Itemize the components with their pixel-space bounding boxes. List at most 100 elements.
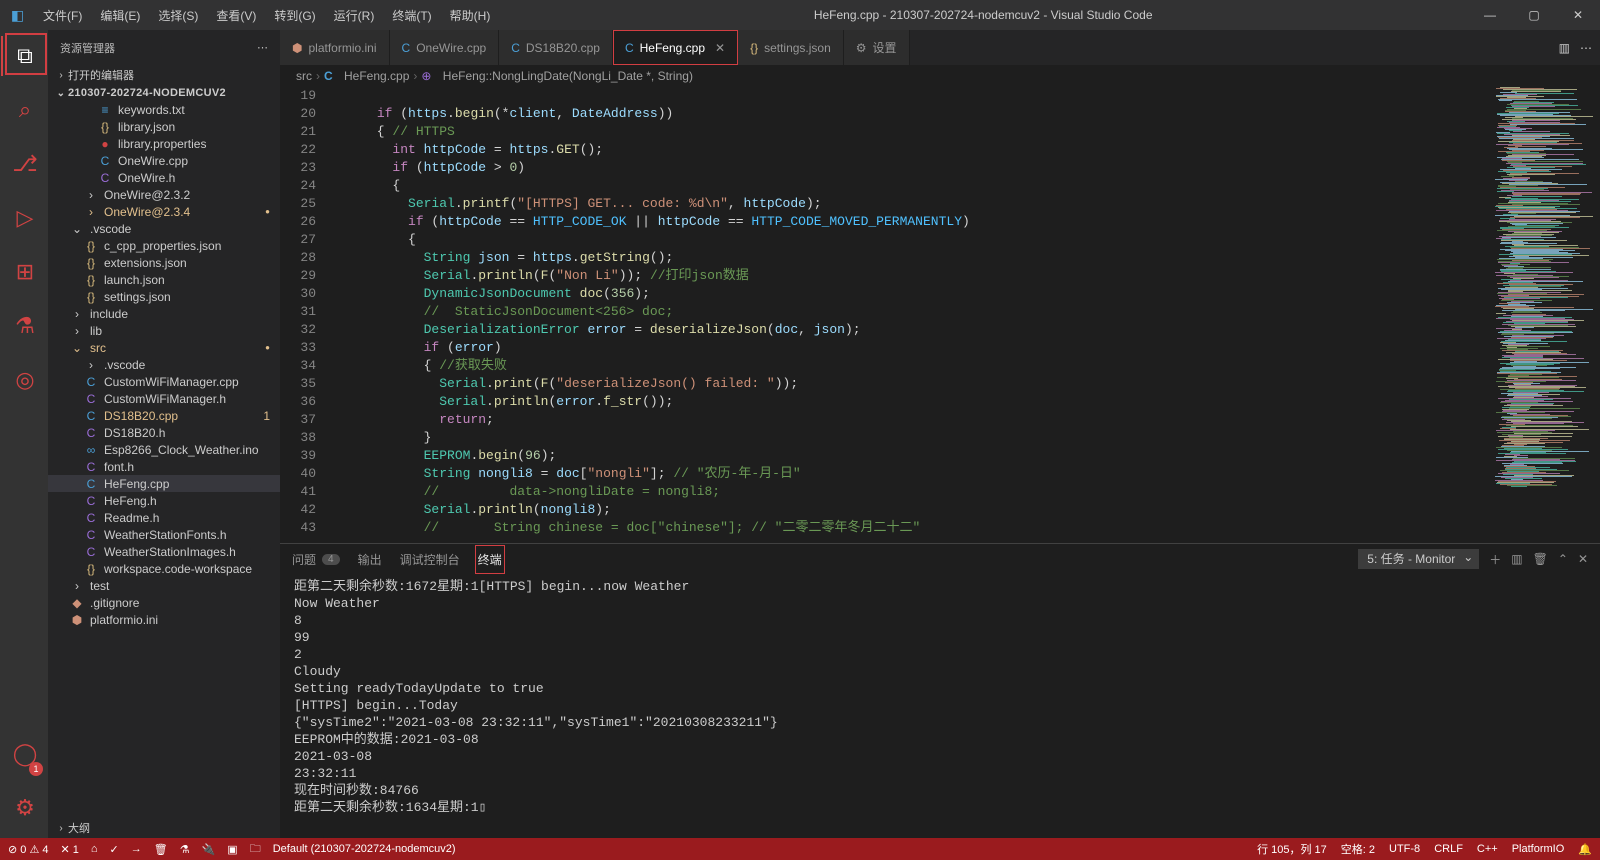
tree-file[interactable]: CCustomWiFiManager.h <box>48 390 280 407</box>
tree-file[interactable]: {}c_cpp_properties.json <box>48 237 280 254</box>
terminal-output[interactable]: 距第二天剩余秒数:1672星期:1[HTTPS] begin...now Wea… <box>280 574 1600 838</box>
status-ports[interactable]: ✕ 1 <box>60 843 78 856</box>
tree-file[interactable]: CCustomWiFiManager.cpp <box>48 373 280 390</box>
tree-file[interactable]: CHeFeng.cpp <box>48 475 280 492</box>
status-icon-arrow[interactable]: → <box>131 843 142 855</box>
status-platformio[interactable]: PlatformIO <box>1512 843 1565 855</box>
outline-section[interactable]: ›大纲 <box>48 818 280 838</box>
panel-maximize-icon[interactable]: ⌃ <box>1558 552 1568 566</box>
tree-file[interactable]: COneWire.h <box>48 169 280 186</box>
settings-gear-icon[interactable]: ⚙ <box>1 788 49 828</box>
file-icon: C <box>96 154 114 168</box>
split-terminal-icon[interactable]: ▥ <box>1511 552 1522 566</box>
tree-file[interactable]: ≡keywords.txt <box>48 101 280 118</box>
menu-item[interactable]: 选择(S) <box>150 3 206 28</box>
tab-icon: ⚙ <box>856 41 867 55</box>
minimap[interactable] <box>1490 87 1600 543</box>
kill-terminal-icon[interactable]: 🗑 <box>1533 552 1548 566</box>
status-spaces[interactable]: 空格: 2 <box>1341 841 1375 857</box>
panel-tab-problems[interactable]: 问题4 <box>292 548 340 571</box>
run-debug-icon[interactable]: ▷ <box>1 198 49 238</box>
status-icon-plug[interactable]: 🔌 <box>202 843 216 856</box>
test-icon[interactable]: ⚗ <box>1 306 49 346</box>
menu-item[interactable]: 运行(R) <box>326 3 383 28</box>
menu-item[interactable]: 帮助(H) <box>442 3 499 28</box>
status-icon-terminal[interactable]: ▣ <box>227 843 237 856</box>
tree-file[interactable]: CDS18B20.cpp1 <box>48 407 280 424</box>
maximize-button[interactable]: ▢ <box>1512 0 1556 30</box>
sidebar-more-icon[interactable]: ⋯ <box>257 41 268 54</box>
platformio-icon[interactable]: ◎ <box>1 360 49 400</box>
tree-file[interactable]: CHeFeng.h <box>48 492 280 509</box>
split-editor-icon[interactable]: ▥ <box>1559 41 1570 55</box>
terminal-selector[interactable]: 5: 任务 - Monitor <box>1358 549 1479 569</box>
minimize-button[interactable]: — <box>1468 0 1512 30</box>
status-icon-check[interactable]: ✓ <box>110 843 119 856</box>
menu-item[interactable]: 转到(G) <box>266 3 323 28</box>
status-icon-folder[interactable]: 🗀 <box>250 840 261 859</box>
status-bell-icon[interactable]: 🔔 <box>1578 843 1592 856</box>
editor-tab[interactable]: COneWire.cpp <box>390 30 500 65</box>
menu-item[interactable]: 查看(V) <box>208 3 264 28</box>
tree-file[interactable]: CWeatherStationImages.h <box>48 543 280 560</box>
status-ln-col[interactable]: 行 105，列 17 <box>1257 841 1327 857</box>
tree-file[interactable]: ∞Esp8266_Clock_Weather.ino <box>48 441 280 458</box>
panel-close-icon[interactable]: ✕ <box>1578 552 1588 566</box>
panel-tab-terminal[interactable]: 终端 <box>478 548 502 571</box>
tree-file[interactable]: ⬢platformio.ini <box>48 611 280 628</box>
accounts-icon[interactable]: ◯1 <box>1 734 49 774</box>
tree-folder[interactable]: ›include <box>48 305 280 322</box>
tree-file[interactable]: {}library.json <box>48 118 280 135</box>
tree-folder[interactable]: ⌄src● <box>48 339 280 356</box>
code-editor[interactable]: 19 20 21 22 23 24 25 26 27 28 29 30 31 3… <box>280 87 1600 543</box>
status-language[interactable]: C++ <box>1477 843 1498 855</box>
tree-folder[interactable]: ›.vscode <box>48 356 280 373</box>
tree-file[interactable]: ●library.properties <box>48 135 280 152</box>
menu-item[interactable]: 终端(T) <box>384 3 439 28</box>
editor-tab[interactable]: CHeFeng.cpp✕ <box>613 30 738 65</box>
panel-tab-debug[interactable]: 调试控制台 <box>400 548 460 571</box>
tree-folder[interactable]: ›OneWire@2.3.4● <box>48 203 280 220</box>
editor-tab[interactable]: {}settings.json <box>738 30 844 65</box>
status-problems[interactable]: ⊘ 0 ⚠ 4 <box>8 843 48 856</box>
tree-file[interactable]: {}settings.json <box>48 288 280 305</box>
extensions-icon[interactable]: ⊞ <box>1 252 49 292</box>
status-icon-trash[interactable]: 🗑 <box>154 843 168 856</box>
tree-file[interactable]: CWeatherStationFonts.h <box>48 526 280 543</box>
status-icon-home[interactable]: ⌂ <box>91 843 98 855</box>
tab-close-icon[interactable]: ✕ <box>715 41 725 55</box>
project-section[interactable]: ⌄210307-202724-NODEMCUV2 <box>48 85 280 101</box>
tree-file[interactable]: COneWire.cpp <box>48 152 280 169</box>
breadcrumbs[interactable]: src› C HeFeng.cpp› ⊕ HeFeng::NongLingDat… <box>280 65 1600 87</box>
editor-tab[interactable]: CDS18B20.cpp <box>499 30 613 65</box>
tree-folder[interactable]: ›OneWire@2.3.2 <box>48 186 280 203</box>
tree-folder[interactable]: ›test <box>48 577 280 594</box>
tree-file[interactable]: CDS18B20.h <box>48 424 280 441</box>
tree-file[interactable]: {}launch.json <box>48 271 280 288</box>
search-icon[interactable]: ⌕ <box>1 90 49 130</box>
editor-tab[interactable]: ⬢platformio.ini <box>280 30 390 65</box>
status-encoding[interactable]: UTF-8 <box>1389 843 1420 855</box>
source-control-icon[interactable]: ⎇ <box>1 144 49 184</box>
menu-item[interactable]: 编辑(E) <box>92 3 148 28</box>
new-terminal-icon[interactable]: ＋ <box>1489 551 1501 568</box>
tree-file[interactable]: {}extensions.json <box>48 254 280 271</box>
status-env[interactable]: Default (210307-202724-nodemcuv2) <box>273 843 456 855</box>
code-content[interactable]: if (https.begin(*client, DateAddress)) {… <box>330 87 1490 543</box>
editor-tab[interactable]: ⚙设置 <box>844 30 910 65</box>
tree-file[interactable]: {}workspace.code-workspace <box>48 560 280 577</box>
tree-folder[interactable]: ›lib <box>48 322 280 339</box>
explorer-icon[interactable]: ⧉ <box>1 36 49 76</box>
status-eol[interactable]: CRLF <box>1434 843 1463 855</box>
open-editors-section[interactable]: ›打开的编辑器 <box>48 65 280 85</box>
tree-file[interactable]: Cfont.h <box>48 458 280 475</box>
window-controls: — ▢ ✕ <box>1468 0 1600 30</box>
tree-file[interactable]: CReadme.h <box>48 509 280 526</box>
status-icon-flask[interactable]: ⚗ <box>180 843 190 856</box>
panel-tab-output[interactable]: 输出 <box>358 548 382 571</box>
tab-more-icon[interactable]: ⋯ <box>1580 41 1592 55</box>
tree-folder[interactable]: ⌄.vscode <box>48 220 280 237</box>
tree-file[interactable]: ◆.gitignore <box>48 594 280 611</box>
menu-item[interactable]: 文件(F) <box>35 3 90 28</box>
close-button[interactable]: ✕ <box>1556 0 1600 30</box>
